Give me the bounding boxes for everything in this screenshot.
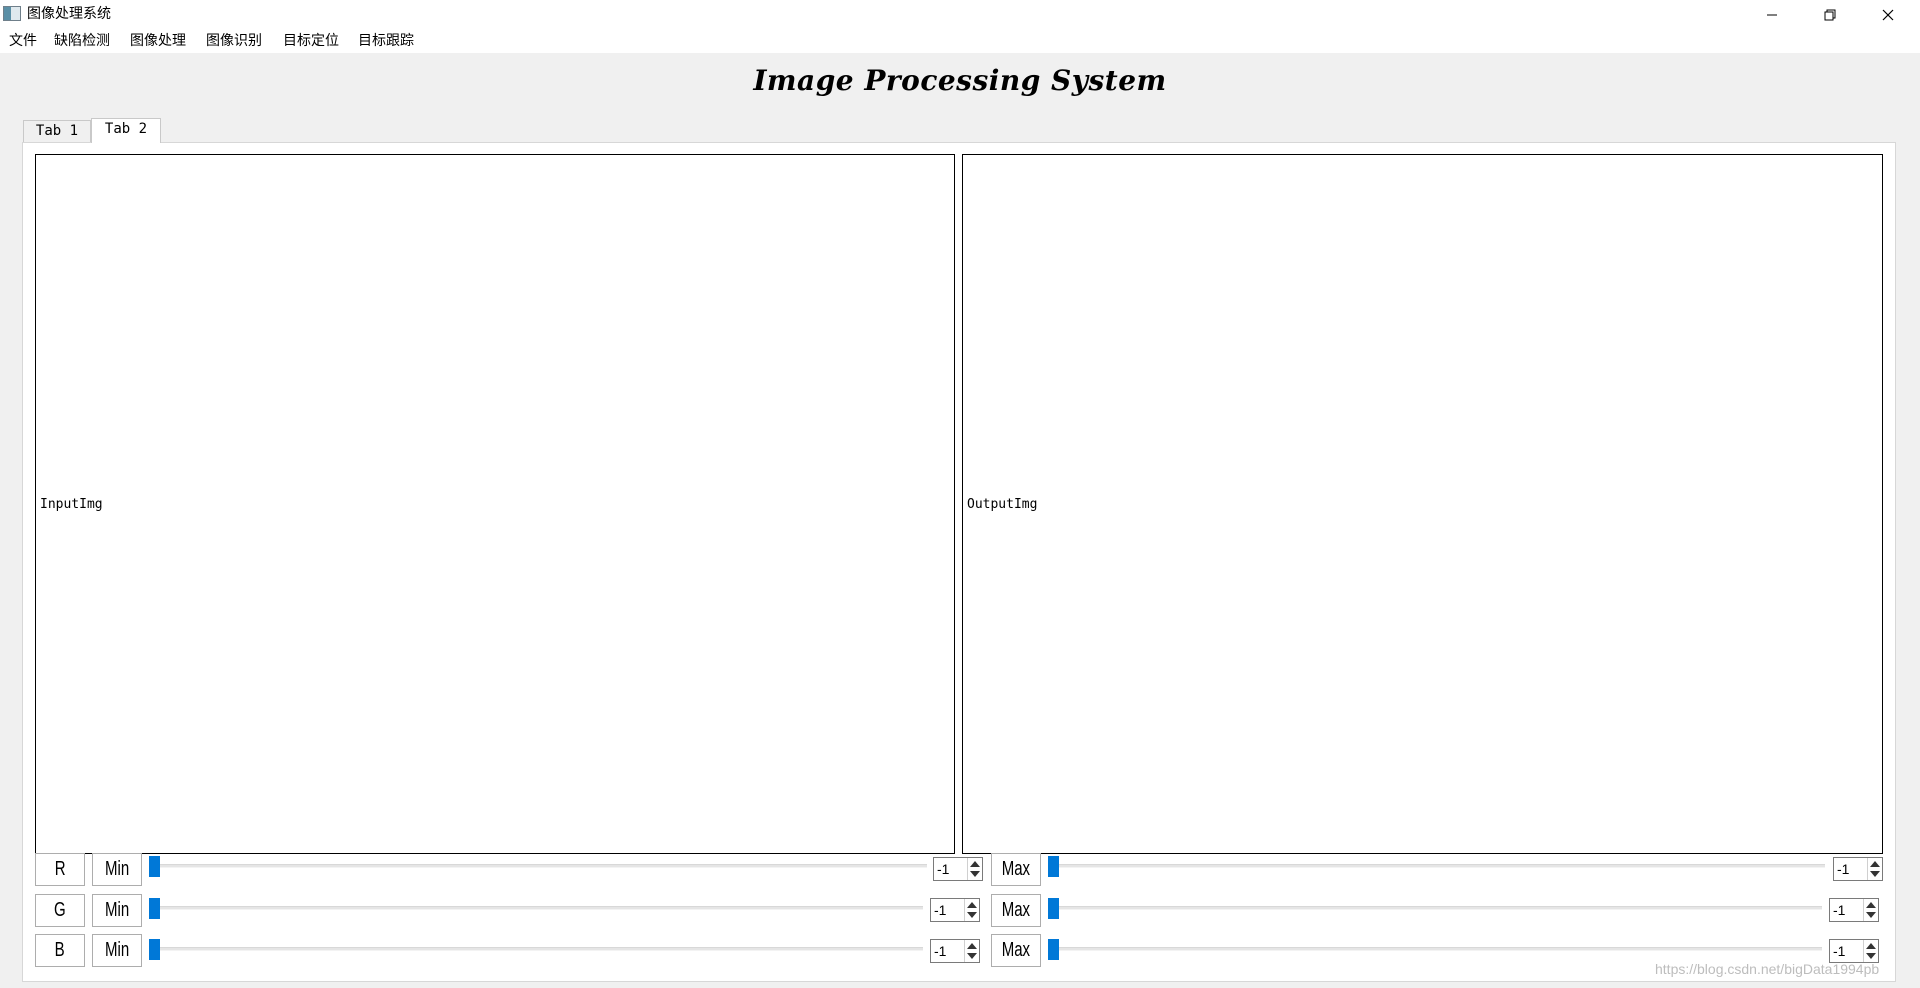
r-min-slider-track[interactable] (149, 864, 927, 868)
r-max-spinbox[interactable]: -1 (1833, 857, 1883, 881)
menu-target-localization[interactable]: 目标定位 (282, 31, 340, 51)
b-min-slider-handle[interactable] (149, 939, 160, 960)
minimize-button[interactable] (1743, 0, 1801, 29)
b-min-button[interactable]: Min (92, 934, 142, 967)
channel-b-button[interactable]: B (35, 934, 85, 967)
b-max-slider-track[interactable] (1048, 947, 1822, 951)
b-max-up-arrow-icon[interactable] (1866, 943, 1876, 949)
r-max-value: -1 (1837, 861, 1850, 877)
b-min-spinbox[interactable]: -1 (930, 939, 980, 963)
minimize-icon (1767, 14, 1777, 15)
output-image-panel: OutputImg (962, 154, 1883, 854)
g-min-up-arrow-icon[interactable] (967, 902, 977, 908)
g-min-label: Min (104, 899, 130, 921)
b-max-value: -1 (1833, 943, 1846, 959)
watermark-url: https://blog.csdn.net/bigData1994pb (1655, 961, 1880, 977)
close-button[interactable] (1859, 0, 1917, 29)
window-titlebar: 图像处理系统 (0, 0, 1920, 29)
b-min-value: -1 (934, 943, 947, 959)
input-image-panel: InputImg (35, 154, 955, 854)
g-max-button[interactable]: Max (991, 894, 1041, 927)
b-min-up-arrow-icon[interactable] (967, 943, 977, 949)
g-min-down-arrow-icon[interactable] (967, 912, 977, 918)
g-min-value: -1 (934, 902, 947, 918)
r-min-label: Min (104, 858, 130, 880)
b-max-down-arrow-icon[interactable] (1866, 953, 1876, 959)
r-min-up-arrow-icon[interactable] (970, 861, 980, 867)
tab-2[interactable]: Tab 2 (91, 118, 161, 143)
r-min-slider-handle[interactable] (149, 856, 160, 877)
r-max-slider-handle[interactable] (1048, 856, 1059, 877)
channel-r-button[interactable]: R (35, 853, 85, 886)
menu-image-recognition[interactable]: 图像识别 (205, 31, 263, 51)
g-max-slider-track[interactable] (1048, 906, 1822, 910)
close-icon (1882, 9, 1894, 20)
menu-bar: 文件 缺陷检测 图像处理 图像识别 目标定位 目标跟踪 (0, 29, 1920, 53)
output-image-label: OutputImg (967, 497, 1038, 512)
b-min-spin-arrows[interactable] (964, 940, 979, 962)
g-min-spin-arrows[interactable] (964, 899, 979, 921)
restore-icon (1824, 9, 1836, 20)
r-max-button[interactable]: Max (991, 853, 1041, 886)
channel-b-label: B (54, 939, 66, 961)
tab-1[interactable]: Tab 1 (23, 120, 91, 142)
app-window-icon (3, 6, 21, 21)
g-max-up-arrow-icon[interactable] (1866, 902, 1876, 908)
menu-target-tracking[interactable]: 目标跟踪 (357, 31, 415, 51)
restore-button[interactable] (1801, 0, 1859, 29)
r-min-down-arrow-icon[interactable] (970, 871, 980, 877)
app-heading: Image Processing System (753, 64, 1167, 97)
g-max-down-arrow-icon[interactable] (1866, 912, 1876, 918)
g-max-slider-handle[interactable] (1048, 898, 1059, 919)
r-max-down-arrow-icon[interactable] (1870, 871, 1880, 877)
g-max-label: Max (1001, 899, 1031, 921)
channel-g-label: G (54, 899, 66, 921)
r-max-spin-arrows[interactable] (1867, 858, 1882, 880)
channel-g-button[interactable]: G (35, 894, 85, 927)
b-max-spin-arrows[interactable] (1863, 940, 1878, 962)
channel-r-label: R (54, 858, 66, 880)
b-min-down-arrow-icon[interactable] (967, 953, 977, 959)
r-min-value: -1 (937, 861, 950, 877)
g-max-spinbox[interactable]: -1 (1829, 898, 1879, 922)
r-min-spinbox[interactable]: -1 (933, 857, 983, 881)
g-min-spinbox[interactable]: -1 (930, 898, 980, 922)
b-max-label: Max (1001, 939, 1031, 961)
g-min-slider-handle[interactable] (149, 898, 160, 919)
b-min-slider-track[interactable] (149, 947, 923, 951)
g-min-slider-track[interactable] (149, 906, 923, 910)
g-max-value: -1 (1833, 902, 1846, 918)
b-max-slider-handle[interactable] (1048, 939, 1059, 960)
menu-image-processing[interactable]: 图像处理 (129, 31, 187, 51)
r-max-label: Max (1001, 858, 1031, 880)
g-max-spin-arrows[interactable] (1863, 899, 1878, 921)
r-max-slider-track[interactable] (1048, 864, 1825, 868)
b-max-button[interactable]: Max (991, 934, 1041, 967)
menu-defect-detection[interactable]: 缺陷检测 (53, 31, 111, 51)
input-image-label: InputImg (40, 497, 103, 512)
r-min-button[interactable]: Min (92, 853, 142, 886)
r-max-up-arrow-icon[interactable] (1870, 861, 1880, 867)
g-min-button[interactable]: Min (92, 894, 142, 927)
b-min-label: Min (104, 939, 130, 961)
r-min-spin-arrows[interactable] (967, 858, 982, 880)
window-title: 图像处理系统 (27, 6, 111, 22)
menu-file[interactable]: 文件 (8, 31, 38, 51)
